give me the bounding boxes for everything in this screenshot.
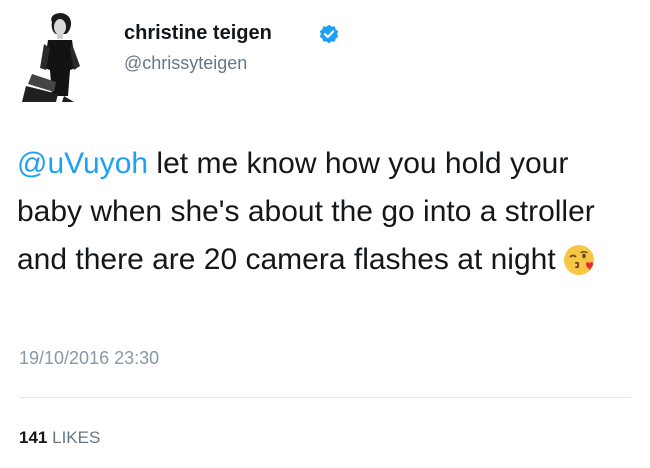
likes-stat[interactable]: 141 LIKES (19, 428, 100, 448)
author-handle[interactable]: @chrissyteigen (124, 53, 247, 74)
mention-link[interactable]: @uVuyoh (17, 147, 148, 180)
profile-photo-icon (18, 8, 100, 102)
tweet-timestamp[interactable]: 19/10/2016 23:30 (19, 348, 159, 369)
divider (19, 397, 631, 398)
face-throwing-kiss-icon (563, 245, 594, 275)
tweet-text: @uVuyoh let me know how you hold your ba… (17, 140, 627, 284)
verified-badge-icon (319, 24, 339, 44)
author-avatar[interactable] (18, 8, 100, 102)
author-display-name[interactable]: christine teigen (124, 22, 272, 45)
tweet-card: christine teigen @chrissyteigen @uVuyoh … (0, 0, 650, 468)
likes-count: 141 (19, 428, 48, 447)
likes-label: LIKES (52, 428, 101, 447)
